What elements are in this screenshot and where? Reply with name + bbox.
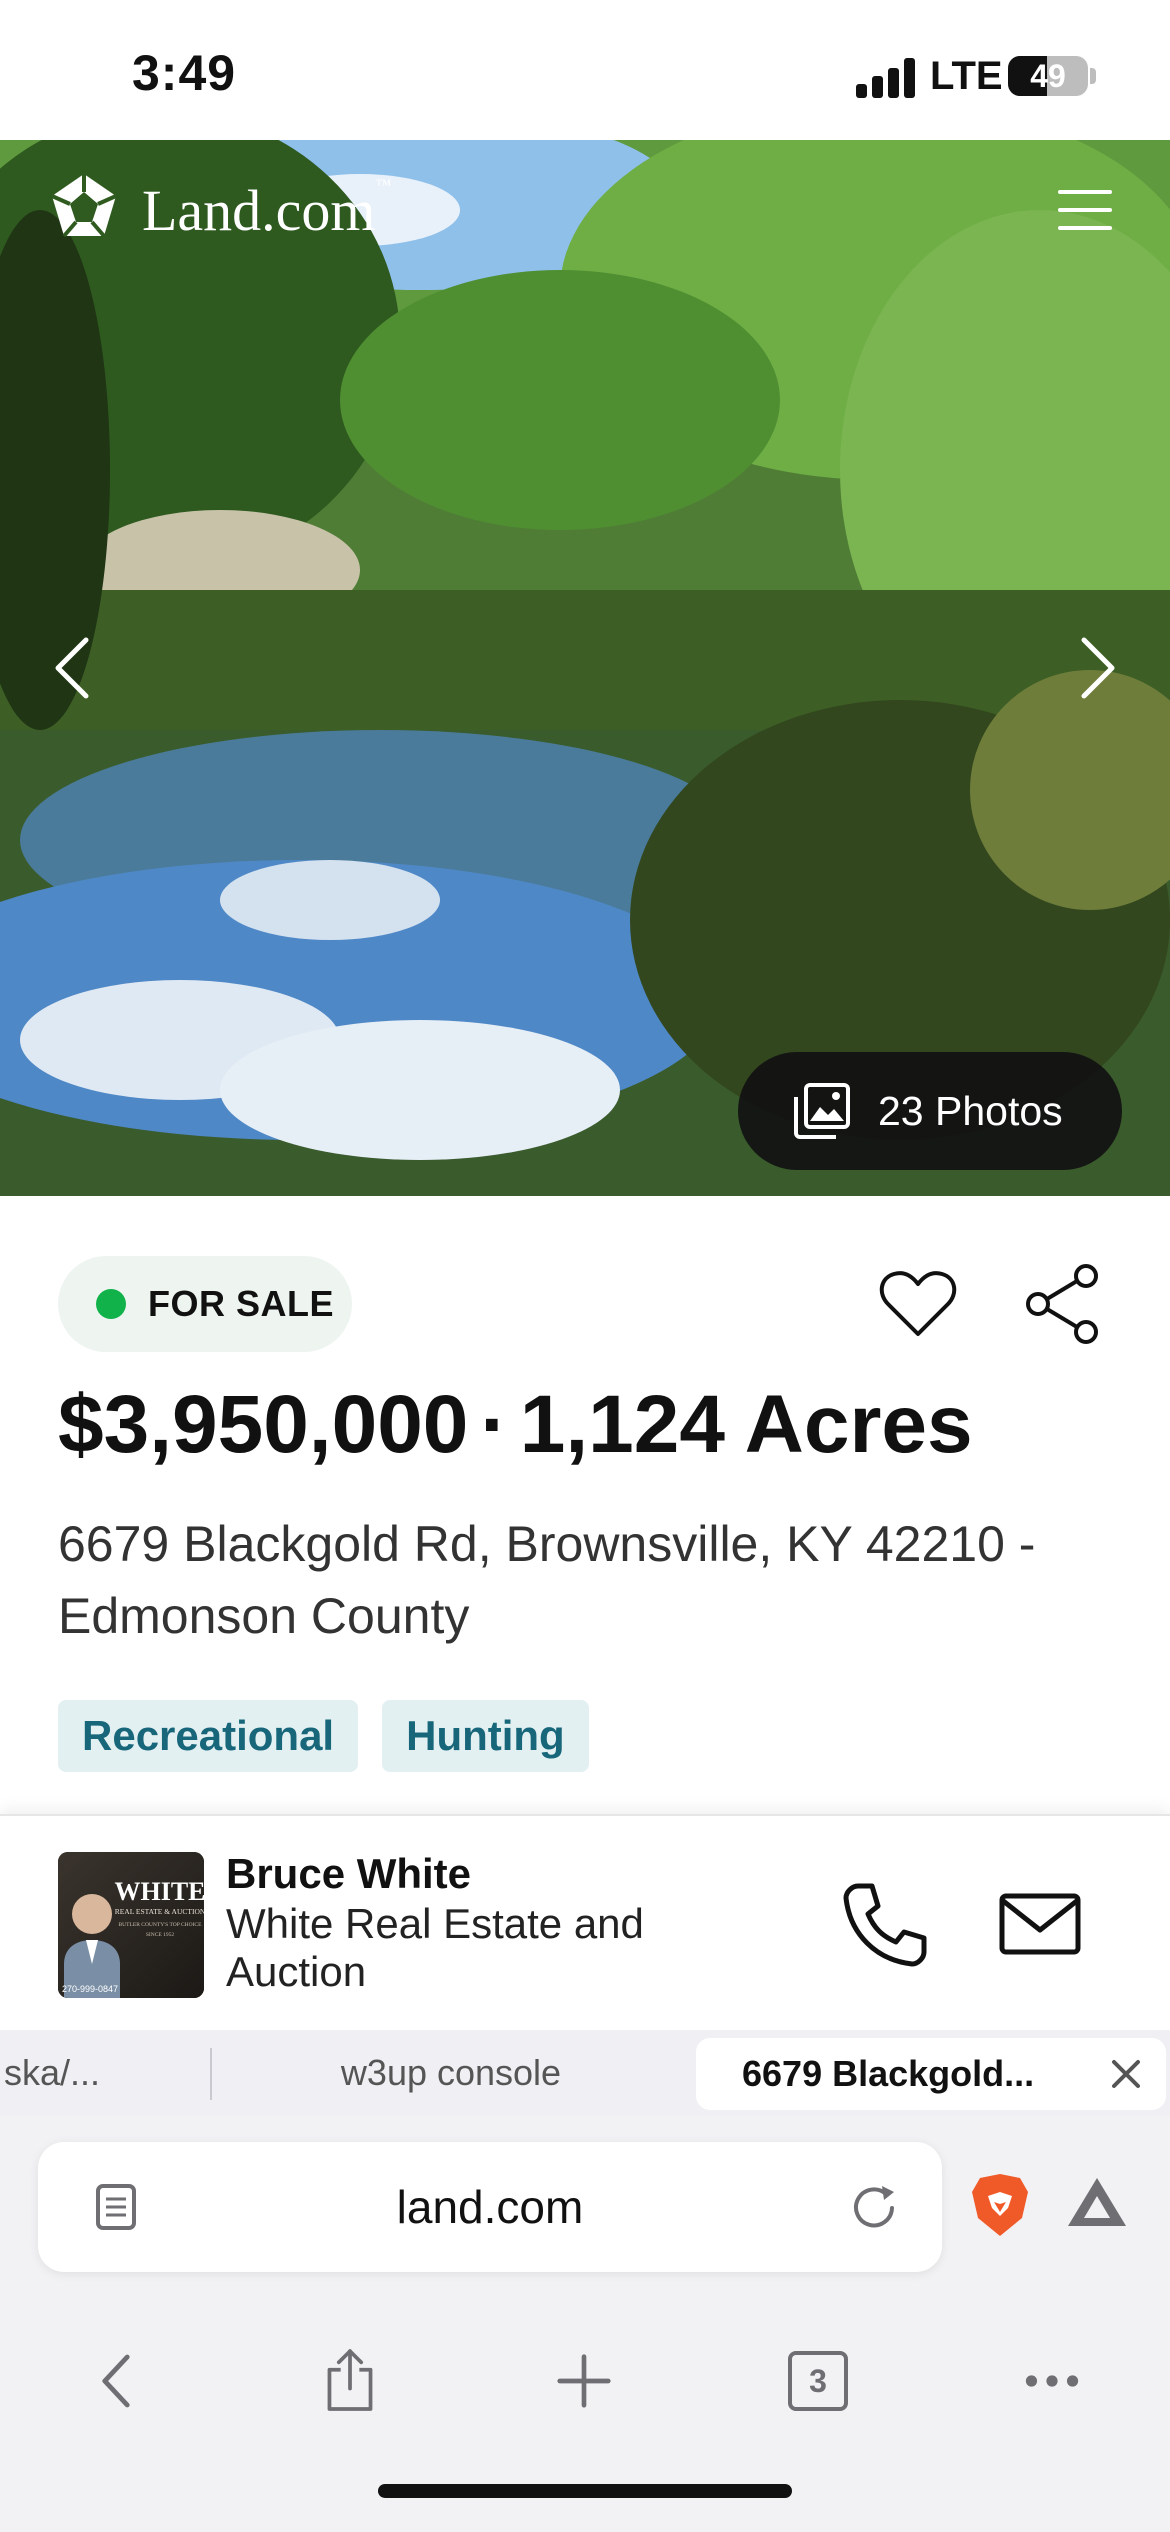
browser-nav-row: 3 <box>0 2326 1170 2436</box>
close-icon[interactable] <box>1106 2054 1146 2094</box>
listing-tags: Recreational Hunting <box>58 1700 613 1772</box>
heart-icon <box>879 1271 957 1336</box>
view-photos-button[interactable]: 23 Photos <box>738 1052 1122 1170</box>
agent-company: White Real Estate and Auction <box>226 1900 644 1995</box>
land-logo-icon <box>51 174 117 238</box>
battery-level: 49 <box>1030 58 1066 94</box>
svg-text:SINCE 1952: SINCE 1952 <box>146 1932 175 1938</box>
reload-icon[interactable] <box>846 2180 902 2236</box>
battery-icon: 49 <box>1008 56 1088 96</box>
new-tab-button[interactable] <box>534 2326 634 2436</box>
network-type: LTE <box>930 54 1003 98</box>
agent-name[interactable]: Bruce White <box>226 1850 471 1898</box>
photos-count-label: 23 Photos <box>878 1087 1063 1134</box>
price-acres-heading: $3,950,000 · 1,124 Acres <box>58 1378 973 1472</box>
new-tab-icon <box>557 2354 611 2408</box>
envelope-icon <box>999 1893 1081 1955</box>
landscape-image <box>0 140 1170 1196</box>
share-icon <box>1026 1264 1098 1344</box>
call-agent-button[interactable] <box>836 1876 932 1972</box>
tabs-icon: 3 <box>788 2351 848 2411</box>
browser-tab[interactable]: w3up console <box>212 2030 690 2116</box>
status-bar: 3:49 LTE 49 <box>0 0 1170 140</box>
email-agent-button[interactable] <box>996 1884 1084 1964</box>
tag-hunting[interactable]: Hunting <box>382 1700 589 1772</box>
active-tab-label: 6679 Blackgold... <box>742 2053 1035 2094</box>
svg-text:270-999-0847: 270-999-0847 <box>62 1984 118 1994</box>
favorite-button[interactable] <box>876 1262 960 1346</box>
listing-acres: 1,124 Acres <box>519 1379 973 1470</box>
url-text: land.com <box>396 2181 584 2233</box>
site-logo[interactable]: Land.com™ <box>44 170 391 250</box>
logo-text: Land.com™ <box>142 176 392 243</box>
svg-text:REAL ESTATE & AUCTION: REAL ESTATE & AUCTION <box>115 1907 204 1916</box>
back-button[interactable] <box>66 2326 166 2436</box>
address-bar[interactable]: land.com <box>38 2142 942 2272</box>
home-indicator[interactable] <box>378 2484 792 2498</box>
share-sheet-icon <box>327 2349 373 2411</box>
browser-tab-strip: ska/... w3up console 6679 Blackgold... <box>0 2030 1170 2116</box>
more-icon <box>1025 2375 1079 2387</box>
share-button[interactable] <box>1022 1262 1106 1346</box>
agent-contact-bar: WHITE REAL ESTATE & AUCTION BUTLER COUNT… <box>0 1814 1170 2030</box>
battery-cap <box>1090 68 1096 84</box>
agent-avatar[interactable]: WHITE REAL ESTATE & AUCTION BUTLER COUNT… <box>58 1852 204 1998</box>
browser-toolbar: land.com 3 <box>0 2116 1170 2532</box>
status-badge: FOR SALE <box>58 1256 352 1352</box>
status-dot <box>96 1289 126 1319</box>
browser-tab[interactable]: ska/... <box>0 2030 208 2116</box>
more-button[interactable] <box>1002 2326 1102 2436</box>
chevron-right-icon[interactable] <box>1068 628 1128 708</box>
separator: · <box>480 1379 508 1470</box>
listing-photo[interactable]: Land.com™ 23 Photos <box>0 140 1170 1196</box>
listing-price: $3,950,000 <box>58 1379 469 1470</box>
browser-tab-active[interactable]: 6679 Blackgold... <box>696 2038 1166 2110</box>
tabs-button[interactable]: 3 <box>768 2326 868 2436</box>
listing-address: 6679 Blackgold Rd, Brownsville, KY 42210… <box>58 1516 1036 1644</box>
share-sheet-button[interactable] <box>300 2326 400 2436</box>
svg-text:WHITE: WHITE <box>114 1877 204 1906</box>
svg-text:BUTLER COUNTY'S TOP CHOICE: BUTLER COUNTY'S TOP CHOICE <box>119 1922 203 1928</box>
phone-icon <box>843 1883 927 1967</box>
wallet-triangle-icon[interactable] <box>1066 2174 1128 2230</box>
reader-mode-icon[interactable] <box>94 2182 138 2232</box>
brave-shield-icon[interactable] <box>970 2172 1030 2238</box>
image-stack-icon <box>794 1083 850 1139</box>
back-icon <box>102 2354 130 2408</box>
status-text: FOR SALE <box>148 1283 335 1324</box>
status-time: 3:49 <box>132 45 237 101</box>
chevron-left-icon[interactable] <box>42 628 102 708</box>
hamburger-menu-icon[interactable] <box>1058 190 1112 230</box>
signal-bars-icon <box>856 58 916 98</box>
tag-recreational[interactable]: Recreational <box>58 1700 359 1772</box>
